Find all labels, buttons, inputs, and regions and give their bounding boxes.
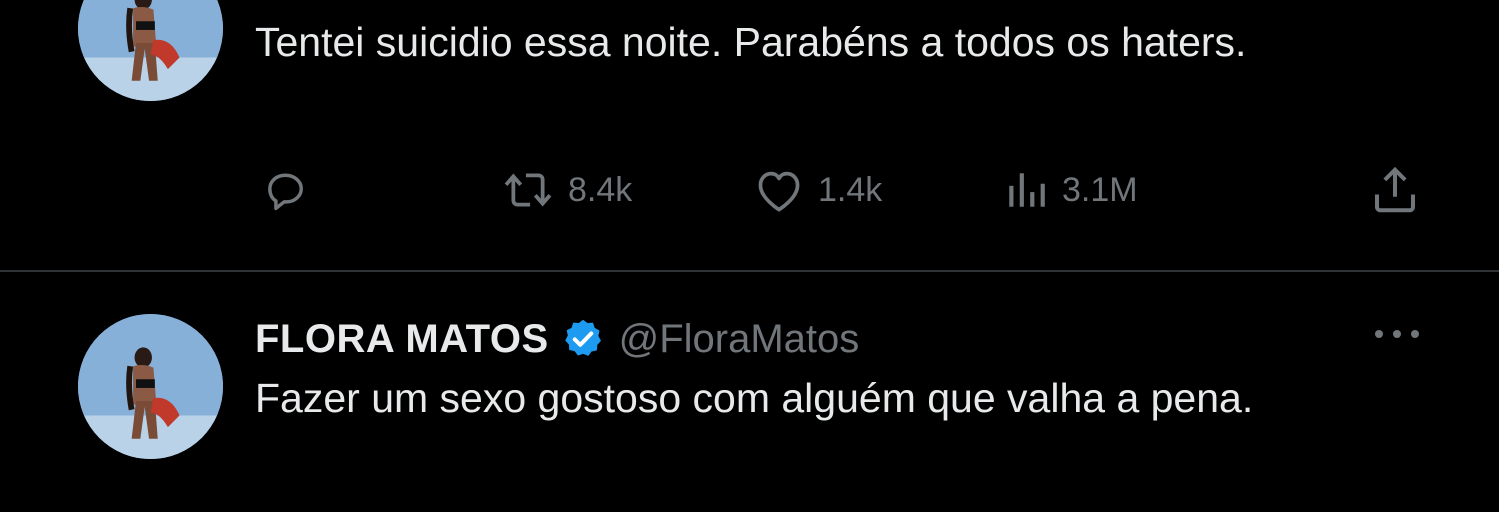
- views-button[interactable]: 3.1M: [1002, 162, 1138, 218]
- reply-button[interactable]: [258, 162, 312, 218]
- verified-badge-icon: [564, 319, 601, 356]
- retweet-count: 8.4k: [568, 170, 633, 209]
- tweet-header: FLORA MATOS @FloraMatos: [255, 314, 859, 364]
- tweet-text: Fazer um sexo gostoso com alguém que val…: [255, 375, 1254, 421]
- user-handle[interactable]: @FloraMatos: [619, 317, 860, 362]
- avatar-photo: [78, 0, 223, 101]
- avatar[interactable]: [78, 0, 223, 101]
- retweet-icon: [504, 173, 552, 207]
- tweet-text: Tentei suicidio essa noite. Parabéns a t…: [255, 19, 1247, 65]
- tweet[interactable]: FLORA MATOS @FloraMatos Fazer um sexo go…: [0, 272, 1499, 512]
- tweet[interactable]: Tentei suicidio essa noite. Parabéns a t…: [0, 0, 1499, 270]
- like-count: 1.4k: [818, 170, 883, 209]
- avatar[interactable]: [78, 314, 223, 459]
- heart-icon: [758, 171, 800, 212]
- tweet-actions: 8.4k 1.4k 3.1M: [258, 162, 1428, 218]
- retweet-button[interactable]: 8.4k: [500, 162, 632, 218]
- share-icon: [1374, 166, 1416, 213]
- views-count: 3.1M: [1062, 170, 1138, 209]
- more-options-icon[interactable]: [1371, 324, 1423, 344]
- share-button[interactable]: [1368, 162, 1422, 218]
- avatar-photo: [78, 314, 223, 459]
- like-button[interactable]: 1.4k: [752, 162, 882, 218]
- reply-icon: [268, 173, 303, 211]
- display-name[interactable]: FLORA MATOS: [255, 317, 549, 362]
- views-icon: [1009, 173, 1045, 207]
